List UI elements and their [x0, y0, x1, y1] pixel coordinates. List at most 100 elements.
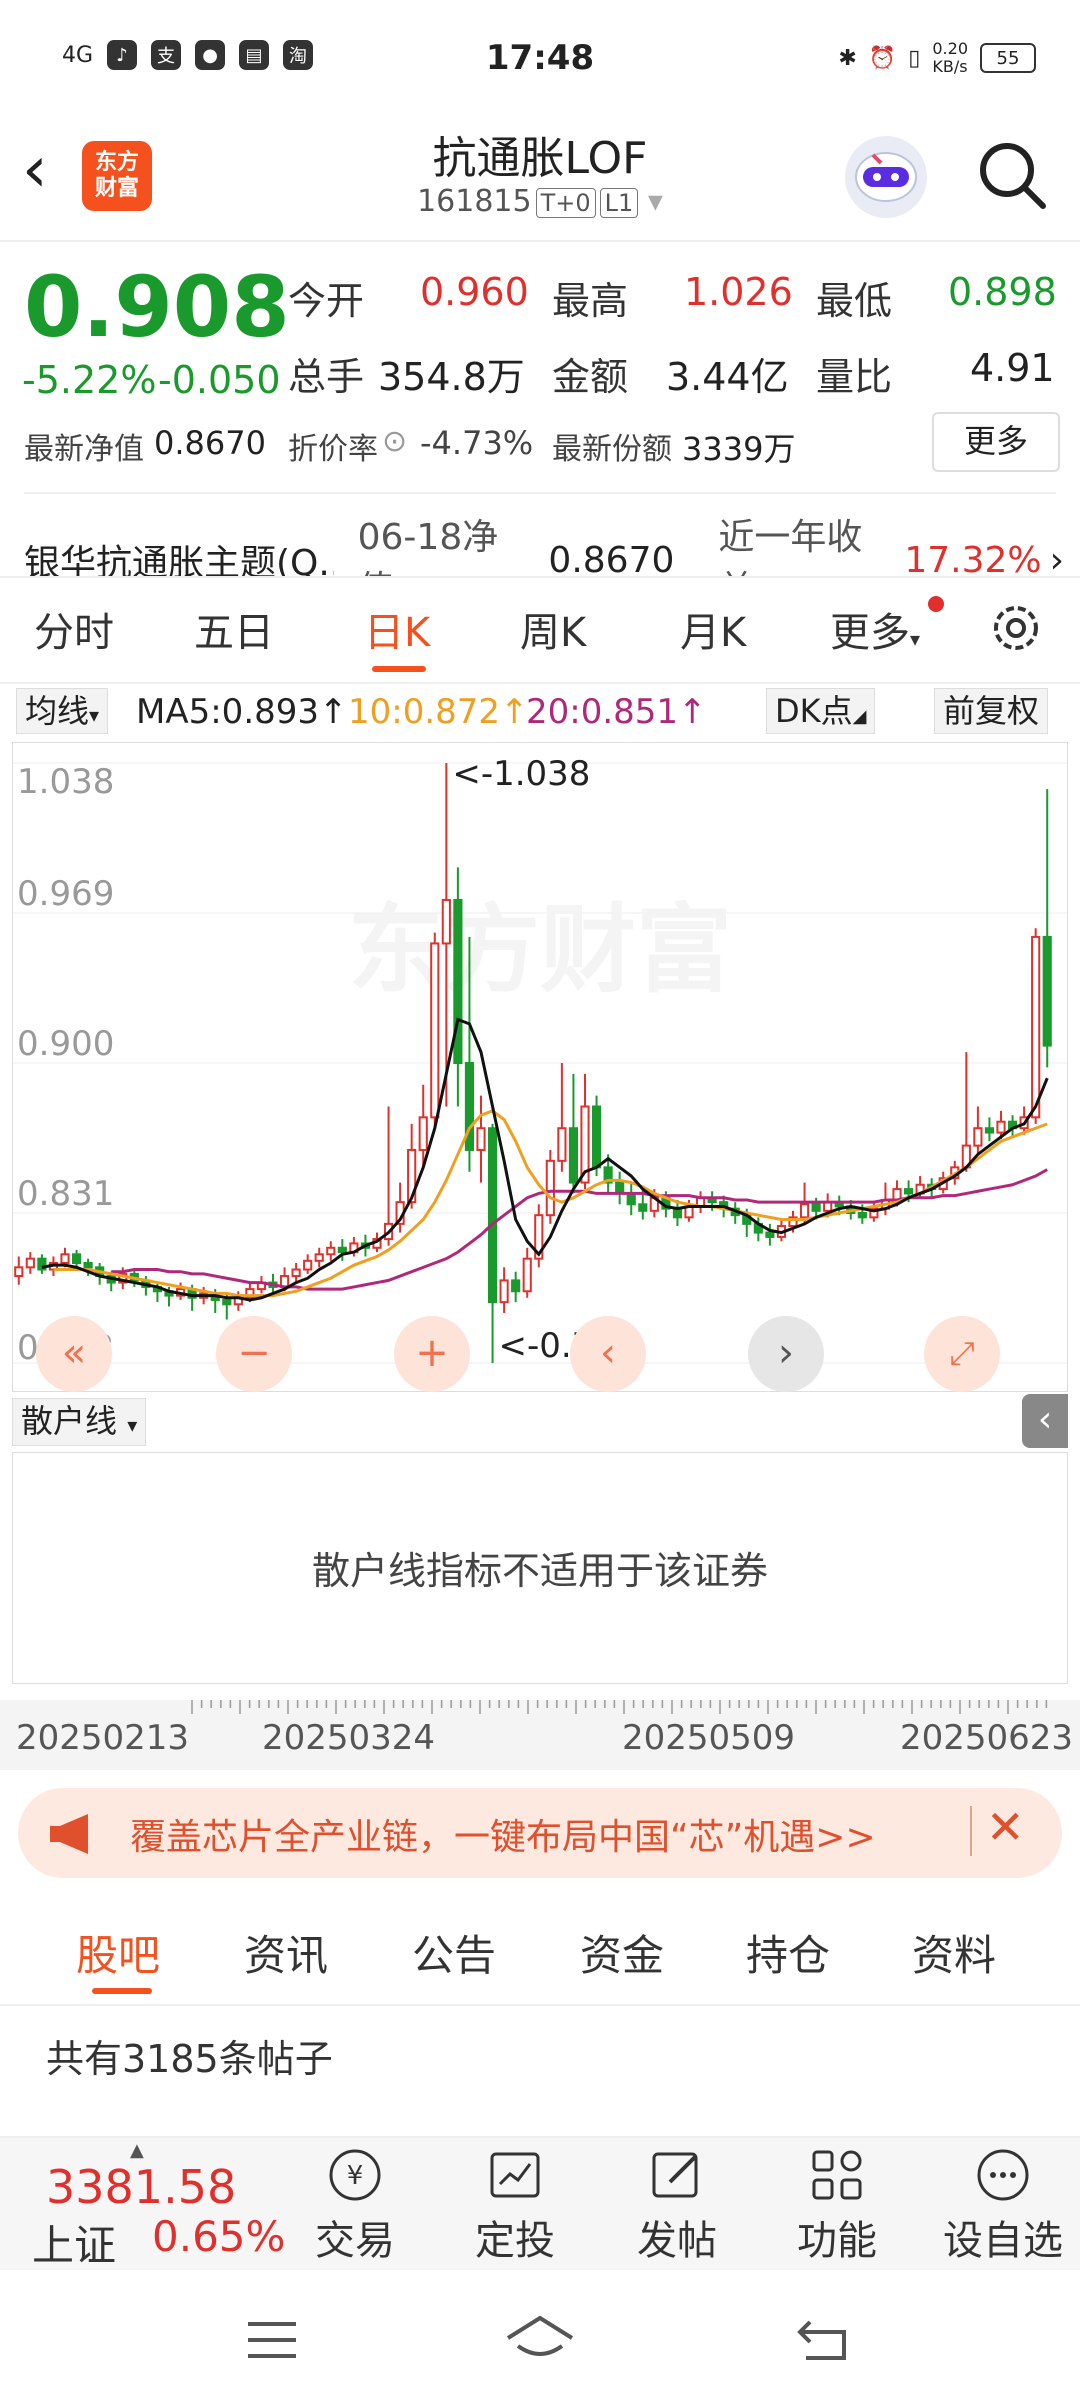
home-icon[interactable] — [504, 2312, 576, 2372]
dk-label: DK点 — [775, 692, 853, 730]
nav-value: 0.8670 — [154, 424, 266, 462]
candle-body — [615, 1181, 625, 1195]
functions-button[interactable]: 功能 — [782, 2142, 892, 2266]
ma10-value: 10:0.872↑ — [348, 692, 529, 732]
battery-level: 55 — [996, 47, 1020, 69]
candle-body — [511, 1279, 521, 1293]
dk-button[interactable]: DK点◢ — [766, 688, 876, 734]
scroll-left-fast-button[interactable]: « — [36, 1316, 112, 1392]
fund-code: 161815 — [417, 184, 532, 219]
candle-body — [83, 1262, 93, 1269]
trade-button[interactable]: ¥ 交易 — [300, 2142, 410, 2266]
system-nav-bar — [0, 2270, 1080, 2400]
tab-guba[interactable]: 股吧 — [76, 1922, 160, 1983]
add-watchlist-button[interactable]: 设自选 — [938, 2142, 1068, 2266]
volume-value: 354.8万 — [378, 355, 525, 399]
open-label: 今开 — [288, 279, 365, 323]
ma5-value: MA5:0.893↑ — [136, 692, 348, 732]
index-value[interactable]: 3381.58 — [46, 2160, 236, 2214]
active-tab-indicator — [372, 666, 426, 672]
caret-up-icon: ▲ — [130, 2140, 144, 2161]
search-icon[interactable] — [975, 138, 1049, 212]
candle-body — [1042, 935, 1052, 1047]
fullscreen-button[interactable]: ⤢ — [924, 1316, 1000, 1392]
tab-announcements[interactable]: 公告 — [412, 1922, 496, 1983]
candle-body — [765, 1231, 775, 1238]
auto-invest-button[interactable]: 定投 — [460, 2142, 570, 2266]
robot-assistant-icon[interactable] — [845, 136, 927, 218]
candle-body — [25, 1257, 35, 1269]
candle-body — [857, 1212, 867, 1219]
candle-body — [430, 942, 440, 1119]
adjust-button[interactable]: 前复权 — [934, 688, 1049, 734]
tab-monthly-k[interactable]: 月K — [680, 600, 746, 658]
header-divider — [0, 240, 1080, 242]
ma20-value: 20:0.851↑ — [526, 692, 707, 732]
low-value: 0.898 — [948, 270, 1057, 314]
add-watchlist-label: 设自选 — [943, 2218, 1063, 2264]
candle-body — [996, 1120, 1006, 1134]
candle-body — [799, 1203, 810, 1219]
grid-icon — [782, 2142, 892, 2208]
amount-value: 3.44亿 — [666, 355, 789, 399]
tab-five-day[interactable]: 五日 — [194, 600, 274, 658]
megaphone-icon — [44, 1806, 100, 1862]
tab-profile[interactable]: 资料 — [912, 1922, 996, 1983]
more-button[interactable]: 更多 — [932, 412, 1060, 472]
ma-selector[interactable]: 均线▾ — [16, 688, 109, 734]
kline-chart[interactable]: 1.0380.9690.9000.8310.762东方财富<-1.038<-0.… — [12, 742, 1068, 1392]
candle-body — [14, 1266, 24, 1278]
tab-holdings[interactable]: 持仓 — [746, 1922, 830, 1983]
ratio-label: 量比 — [816, 355, 893, 399]
date-tick-4: 20250623 — [900, 1718, 1074, 1758]
functions-label: 功能 — [797, 2218, 877, 2264]
collapse-panel-button[interactable]: ‹ — [1022, 1394, 1068, 1448]
discount-label: 折价率 — [288, 432, 378, 467]
candle-body — [591, 1105, 602, 1169]
alarm-icon: ⏰ — [868, 45, 897, 71]
candle-body — [973, 1127, 983, 1147]
y-tick-label: 0.831 — [17, 1174, 114, 1214]
menu-icon[interactable] — [244, 2318, 300, 2366]
indicator-selector[interactable]: 散户线 ▾ — [12, 1398, 147, 1446]
scroll-left-button[interactable]: ‹ — [570, 1316, 646, 1392]
tab-more[interactable]: 更多▾ — [830, 600, 920, 658]
post-button[interactable]: 发帖 — [622, 2142, 732, 2266]
scroll-right-button[interactable]: › — [748, 1316, 824, 1392]
index-change: 0.65% — [152, 2212, 286, 2261]
settings-icon[interactable] — [988, 600, 1044, 656]
shares-label: 最新份额 — [552, 432, 672, 467]
bluetooth-icon: ✱ — [838, 45, 857, 71]
tab-news[interactable]: 资讯 — [244, 1922, 328, 1983]
current-price: 0.908 — [24, 258, 290, 356]
more-dots-icon — [938, 2142, 1068, 2208]
tab-intraday[interactable]: 分时 — [34, 600, 114, 658]
caret-icon: ▾ — [910, 627, 921, 651]
battery-icon: 55 — [980, 43, 1036, 73]
year-return-value: 17.32% — [904, 539, 1042, 581]
close-icon[interactable]: ✕ — [986, 1800, 1025, 1854]
candle-body — [303, 1259, 313, 1271]
ma-row: 均线▾ MA5:0.893↑ 10:0.872↑ 20:0.851↑ DK点◢ … — [0, 680, 1080, 742]
info-icon[interactable]: ⊙ — [382, 424, 407, 459]
amount-label: 金额 — [552, 355, 629, 399]
ratio-value: 4.91 — [970, 346, 1055, 390]
high-label: 最高 — [552, 279, 629, 323]
tab-funds[interactable]: 资金 — [580, 1922, 664, 1983]
zoom-out-button[interactable]: − — [216, 1316, 292, 1392]
back-nav-icon[interactable] — [794, 2312, 854, 2372]
tab-daily-k[interactable]: 日K — [364, 600, 430, 658]
ma5-text: MA5:0.893 — [136, 692, 320, 732]
candle-body — [1031, 935, 1041, 1119]
candle-body — [314, 1253, 324, 1262]
tab-weekly-k[interactable]: 周K — [520, 600, 586, 658]
candle-body — [638, 1203, 648, 1212]
chart-trend-icon — [460, 2142, 570, 2208]
discount-value: -4.73% — [420, 424, 534, 462]
candle-body — [476, 1127, 486, 1151]
net-speed-value: 0.20 — [932, 39, 968, 58]
chart-watermark: 东方财富 — [348, 894, 732, 1006]
candle-body — [71, 1253, 82, 1265]
zoom-in-button[interactable]: + — [394, 1316, 470, 1392]
candle-body — [418, 1116, 428, 1151]
